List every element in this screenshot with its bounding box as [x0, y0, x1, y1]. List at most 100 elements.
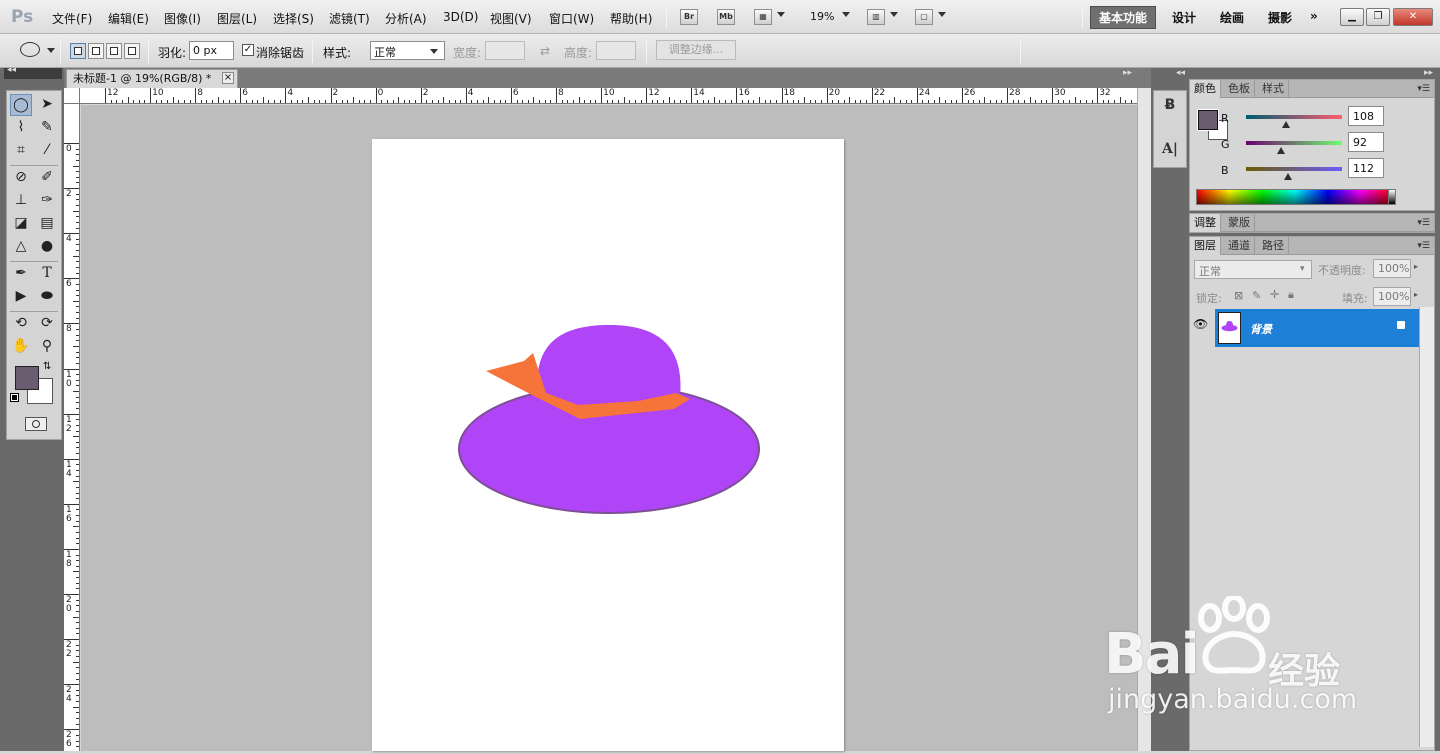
width-input[interactable] — [485, 41, 525, 60]
tab-color[interactable]: 颜色 — [1190, 80, 1221, 98]
color-spectrum-bar[interactable] — [1196, 189, 1394, 205]
workspace-painting[interactable]: 绘画 — [1220, 9, 1244, 26]
vertical-ruler[interactable]: 0 2 4 6 8 10 12 14 16 18 20 22 24 26 — [64, 104, 80, 751]
3d-rotate-tool-icon[interactable]: ⟲ — [10, 313, 32, 335]
new-selection-mode[interactable] — [70, 43, 86, 59]
menu-layer[interactable]: 图层(L) — [217, 10, 257, 27]
fill-input[interactable]: 100% — [1373, 287, 1411, 306]
chevron-down-icon[interactable] — [47, 48, 55, 53]
workspace-more[interactable]: » — [1310, 9, 1318, 23]
expand-icon[interactable]: ▸▸ — [1123, 68, 1132, 78]
chevron-right-icon[interactable]: ▸ — [1414, 290, 1418, 299]
chevron-down-icon[interactable] — [890, 12, 898, 17]
layer-row-background[interactable] — [1215, 309, 1419, 347]
quick-mask-button[interactable] — [25, 417, 47, 431]
minimize-button[interactable]: ▁ — [1340, 8, 1364, 26]
height-input[interactable] — [596, 41, 636, 60]
menu-3d[interactable]: 3D(D) — [443, 10, 478, 24]
chevron-down-icon[interactable] — [938, 12, 946, 17]
lasso-tool-icon[interactable]: ⌇ — [10, 117, 32, 139]
menu-edit[interactable]: 编辑(E) — [108, 10, 149, 27]
character-panel-icon[interactable]: A| — [1159, 138, 1181, 160]
vertical-scrollbar[interactable] — [1137, 88, 1151, 751]
close-window-button[interactable]: ✕ — [1393, 8, 1433, 26]
red-slider-thumb[interactable] — [1282, 121, 1291, 128]
screen-mode-button[interactable]: ▢ — [915, 9, 933, 25]
green-slider[interactable] — [1246, 141, 1342, 145]
collapse-icon[interactable]: ◂◂ — [1176, 68, 1185, 78]
clone-stamp-tool-icon[interactable]: ⊥ — [10, 190, 32, 212]
pen-tool-icon[interactable]: ✒ — [10, 263, 32, 285]
chevron-down-icon[interactable] — [430, 49, 438, 54]
type-tool-icon[interactable]: T — [36, 263, 58, 285]
blur-tool-icon[interactable]: △ — [10, 236, 32, 258]
tab-masks[interactable]: 蒙版 — [1224, 214, 1255, 232]
red-slider[interactable] — [1246, 115, 1342, 119]
blue-value-input[interactable]: 112 — [1348, 158, 1384, 178]
green-value-input[interactable]: 92 — [1348, 132, 1384, 152]
layers-panel-scrollbar[interactable] — [1419, 307, 1434, 747]
layer-visibility-eye-icon[interactable]: 👁︎ — [1193, 317, 1208, 331]
character-styles-icon[interactable]: Ƀ — [1159, 94, 1181, 116]
blue-slider[interactable] — [1246, 167, 1342, 171]
add-selection-mode[interactable] — [88, 43, 104, 59]
layer-name[interactable]: 背景 — [1250, 321, 1272, 337]
subtract-selection-mode[interactable] — [106, 43, 122, 59]
close-document-icon[interactable]: × — [222, 72, 234, 84]
zoom-level[interactable]: 19% — [810, 10, 834, 23]
menu-window[interactable]: 窗口(W) — [549, 10, 594, 27]
elliptical-marquee-tool-icon[interactable]: ◯ — [10, 94, 32, 116]
green-slider-thumb[interactable] — [1276, 147, 1285, 154]
arrange-documents-button[interactable]: ▥ — [867, 9, 885, 25]
chevron-down-icon[interactable] — [777, 12, 785, 17]
lock-transparency-icon[interactable]: ⊠ — [1234, 289, 1243, 302]
elliptical-marquee-preset-icon[interactable] — [20, 42, 40, 57]
red-value-input[interactable]: 108 — [1348, 106, 1384, 126]
blend-mode-select[interactable]: 正常 — [1194, 260, 1312, 279]
lock-pixels-icon[interactable]: ✎ — [1252, 289, 1261, 302]
chevron-right-icon[interactable]: ▸ — [1414, 262, 1418, 271]
panel-menu-icon[interactable]: ▾☰ — [1417, 218, 1430, 228]
tab-paths[interactable]: 路径 — [1258, 237, 1289, 255]
tab-layers[interactable]: 图层 — [1190, 237, 1221, 255]
default-colors-icon[interactable] — [10, 393, 19, 402]
black-white-ramp[interactable] — [1388, 189, 1396, 205]
document-canvas[interactable] — [372, 139, 844, 751]
3d-orbit-tool-icon[interactable]: ⟳ — [36, 313, 58, 335]
brush-tool-icon[interactable]: ✐ — [36, 167, 58, 189]
chevron-down-icon[interactable]: ▾ — [1300, 264, 1305, 274]
zoom-tool-icon[interactable]: ⚲ — [36, 336, 58, 358]
lock-position-icon[interactable]: ✛ — [1270, 288, 1279, 301]
antialias-checkbox[interactable]: ✓ — [242, 44, 254, 56]
workspace-design[interactable]: 设计 — [1172, 9, 1196, 26]
restore-button[interactable]: ❐ — [1366, 8, 1390, 26]
menu-view[interactable]: 视图(V) — [490, 10, 532, 27]
ruler-origin[interactable] — [64, 88, 80, 104]
chevron-down-icon[interactable] — [842, 12, 850, 17]
shape-tool-icon[interactable]: ⬬ — [36, 286, 58, 308]
healing-brush-tool-icon[interactable]: ⊘ — [10, 167, 32, 189]
quick-selection-tool-icon[interactable]: ✎ — [36, 117, 58, 139]
path-selection-tool-icon[interactable]: ▶ — [10, 286, 32, 308]
menu-select[interactable]: 选择(S) — [273, 10, 314, 27]
expand-icon[interactable]: ▸▸ — [1424, 68, 1433, 78]
eyedropper-tool-icon[interactable]: ⁄ — [36, 140, 58, 162]
intersect-selection-mode[interactable] — [124, 43, 140, 59]
eraser-tool-icon[interactable]: ◪ — [10, 213, 32, 235]
tab-channels[interactable]: 通道 — [1224, 237, 1255, 255]
mini-bridge-button[interactable]: Mb — [717, 9, 735, 25]
swap-colors-icon[interactable]: ⇅ — [43, 361, 51, 372]
hand-tool-icon[interactable]: ✋ — [10, 336, 32, 358]
color-panel-foreground-swatch[interactable] — [1197, 109, 1219, 131]
opacity-input[interactable]: 100% — [1373, 259, 1411, 278]
menu-help[interactable]: 帮助(H) — [610, 10, 652, 27]
menu-filter[interactable]: 滤镜(T) — [329, 10, 370, 27]
tab-adjustments[interactable]: 调整 — [1190, 214, 1221, 232]
document-tab[interactable]: 未标题-1 @ 19%(RGB/8) * — [66, 69, 238, 88]
horizontal-ruler[interactable]: 12 10 8 6 4 2 0 2 4 6 8 10 12 14 16 18 20 22 24 26 28 30 32 — [64, 88, 1138, 104]
toolbox-header[interactable]: ◂◂ — [4, 65, 62, 79]
history-brush-tool-icon[interactable]: ✑ — [36, 190, 58, 212]
panel-menu-icon[interactable]: ▾☰ — [1417, 84, 1430, 94]
blue-slider-thumb[interactable] — [1284, 173, 1293, 180]
swap-icon[interactable]: ⇄ — [540, 44, 550, 58]
